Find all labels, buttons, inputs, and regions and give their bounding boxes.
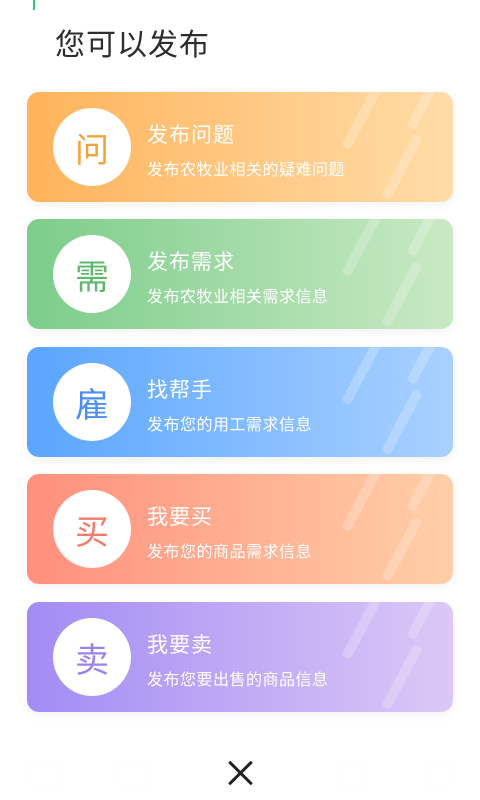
option-label: 发布问题 [147,123,235,147]
publish-option-card[interactable]: 问发布问题发布农牧业相关的疑难问题 [27,92,453,202]
decorative-streak [381,643,423,711]
decorative-streak [341,219,383,278]
option-icon: 卖 [53,618,131,696]
option-description: 发布您要出售的商品信息 [147,670,329,689]
option-description: 发布农牧业相关需求信息 [147,287,329,306]
decorative-streak [406,219,448,258]
decorative-streak [341,347,383,406]
option-label: 发布需求 [147,250,235,274]
decorative-streak [341,474,383,533]
option-icon: 买 [53,490,131,568]
decorative-streak [406,474,448,513]
option-icon: 雇 [53,363,131,441]
option-icon: 需 [53,235,131,313]
option-description: 发布您的用工需求信息 [147,415,313,434]
decorative-streak [381,260,423,328]
decorative-streak [341,602,383,661]
publish-option-card[interactable]: 卖我要卖发布您要出售的商品信息 [27,602,453,712]
option-description: 发布您的商品需求信息 [147,542,313,561]
decorative-streak [406,347,448,386]
publish-option-card[interactable]: 雇找帮手发布您的用工需求信息 [27,347,453,457]
option-label: 找帮手 [147,378,213,402]
option-label: 我要卖 [147,633,213,657]
decorative-streak [381,515,423,583]
decorative-streak [381,388,423,456]
publish-option-card[interactable]: 买我要买发布您的商品需求信息 [27,474,453,584]
option-label: 我要买 [147,505,213,529]
status-indicator [33,0,35,10]
option-description: 发布农牧业相关的疑难问题 [147,160,346,179]
decorative-streak [341,92,383,151]
option-icon: 问 [53,108,131,186]
decorative-streak [406,602,448,641]
publish-option-card[interactable]: 需发布需求发布农牧业相关需求信息 [27,219,453,329]
publish-title: 您可以发布 [55,28,210,63]
close-icon[interactable] [222,755,258,791]
decorative-streak [406,92,448,131]
decorative-streak [381,133,423,201]
